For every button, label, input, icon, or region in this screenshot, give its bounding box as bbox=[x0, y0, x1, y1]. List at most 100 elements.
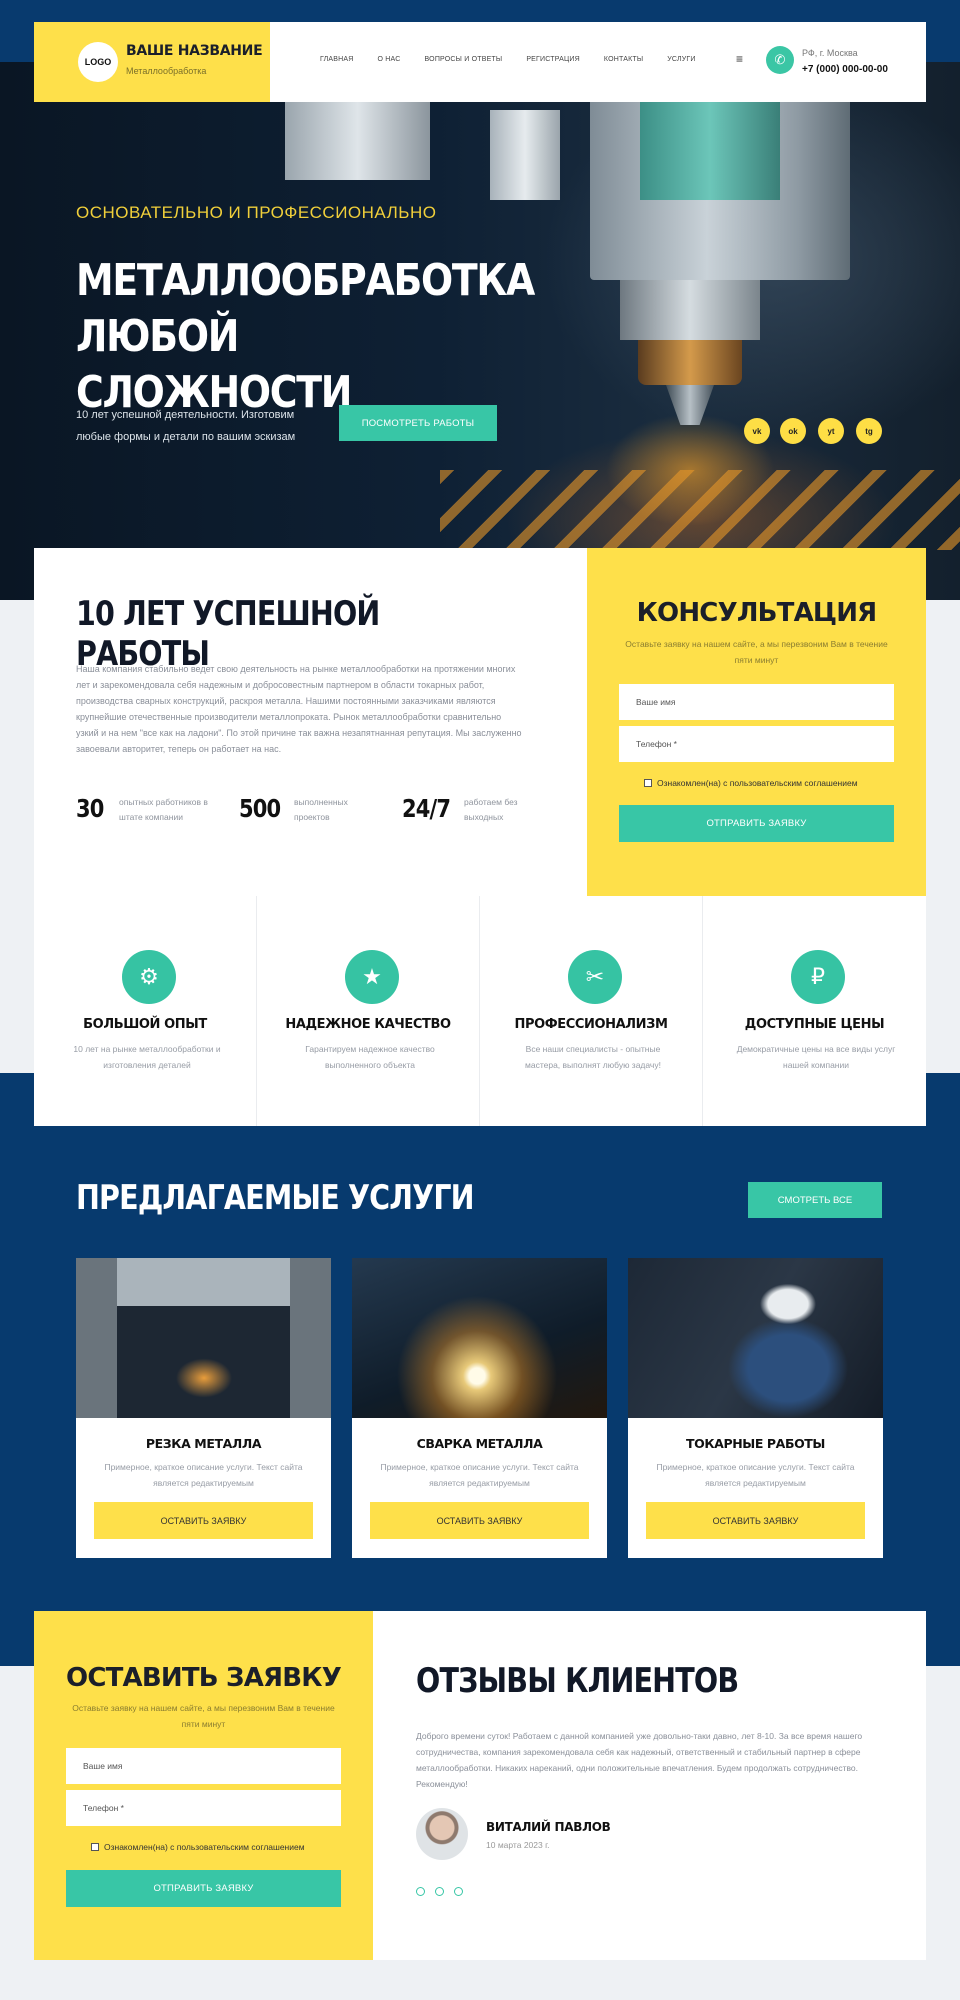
service-text: Примерное, краткое описание услуги. Текс… bbox=[656, 1462, 855, 1488]
submit-button[interactable]: ОТПРАВИТЬ ЗАЯВКУ bbox=[619, 805, 894, 842]
about-section: 10 ЛЕТ УСПЕШНОЙ РАБОТЫ Наша компания ста… bbox=[34, 548, 587, 896]
slider-dot[interactable] bbox=[416, 1887, 425, 1896]
consult-subtitle: Оставьте заявку на нашем сайте, а мы пер… bbox=[625, 639, 888, 665]
feature-text: 10 лет на рынке металлообработки и изгот… bbox=[73, 1044, 221, 1070]
service-title: РЕЗКА МЕТАЛЛА bbox=[145, 1436, 262, 1451]
feature-title: БОЛЬШОЙ ОПЫТ bbox=[83, 1017, 207, 1032]
agreement-checkbox[interactable] bbox=[644, 779, 652, 787]
hero-title: МЕТАЛЛООБРАБОТКА ЛЮБОЙ СЛОЖНОСТИ bbox=[76, 253, 535, 421]
menu-icon[interactable]: ≡ bbox=[736, 52, 743, 66]
service-text: Примерное, краткое описание услуги. Текс… bbox=[104, 1462, 303, 1488]
about-text: Наша компания стабильно ведет свою деяте… bbox=[76, 664, 522, 754]
city-label: РФ, г. Москва bbox=[802, 48, 858, 58]
service-card: СВАРКА МЕТАЛЛА Примерное, краткое описан… bbox=[352, 1258, 607, 1558]
agreement-checkbox[interactable] bbox=[91, 1843, 99, 1851]
request-button[interactable]: ОСТАВИТЬ ЗАЯВКУ bbox=[370, 1502, 589, 1539]
phone-input[interactable]: Телефон * bbox=[66, 1790, 341, 1826]
stat-value: 30 bbox=[76, 794, 104, 823]
machine-part bbox=[638, 340, 742, 385]
agreement-checkbox-row[interactable]: Ознакомлен(на) с пользовательским соглаш… bbox=[644, 778, 858, 788]
nav-item-about[interactable]: О нас bbox=[378, 56, 401, 63]
tools-icon: ✂ bbox=[568, 950, 622, 1004]
machine-part bbox=[285, 100, 430, 180]
name-input[interactable]: Ваше имя bbox=[619, 684, 894, 720]
agreement-label: Ознакомлен(на) с пользовательским соглаш… bbox=[657, 778, 858, 788]
order-subtitle: Оставьте заявку на нашем сайте, а мы пер… bbox=[72, 1703, 335, 1729]
machine-part bbox=[620, 280, 760, 340]
hero-title-line: МЕТАЛЛООБРАБОТКА bbox=[76, 255, 535, 306]
brand-name: ВАШЕ НАЗВАНИЕ bbox=[126, 43, 263, 59]
service-card: ТОКАРНЫЕ РАБОТЫ Примерное, краткое описа… bbox=[628, 1258, 883, 1558]
reviewer-name: ВИТАЛИЙ ПАВЛОВ bbox=[486, 1820, 611, 1834]
avatar bbox=[416, 1808, 468, 1860]
request-button[interactable]: ОСТАВИТЬ ЗАЯВКУ bbox=[646, 1502, 865, 1539]
nav-item-register[interactable]: Регистрация bbox=[526, 56, 580, 63]
ruble-coins-icon: ₽ bbox=[791, 950, 845, 1004]
stat-label: опытных работников в штате компании bbox=[119, 797, 208, 822]
site-header: LOGO ВАШЕ НАЗВАНИЕ Металлообработка Глав… bbox=[34, 22, 926, 102]
view-works-button[interactable]: ПОСМОТРЕТЬ РАБОТЫ bbox=[339, 405, 497, 441]
feature-card: ⚙ БОЛЬШОЙ ОПЫТ 10 лет на рынке металлооб… bbox=[34, 896, 257, 1126]
service-title: СВАРКА МЕТАЛЛА bbox=[416, 1436, 543, 1451]
services-title: ПРЕДЛАГАЕМЫЕ УСЛУГИ bbox=[76, 1178, 475, 1218]
logo[interactable]: LOGO bbox=[78, 42, 118, 82]
feature-text: Демократичные цены на все виды услуг наш… bbox=[736, 1044, 896, 1070]
agreement-label: Ознакомлен(на) с пользовательским соглаш… bbox=[104, 1842, 305, 1852]
feature-card: ✂ ПРОФЕССИОНАЛИЗМ Все наши специалисты -… bbox=[480, 896, 703, 1126]
feature-text: Гарантируем надежное качество выполненно… bbox=[305, 1044, 435, 1070]
sparks-grid bbox=[440, 470, 960, 550]
consult-form: КОНСУЛЬТАЦИЯ Оставьте заявку на нашем са… bbox=[587, 548, 926, 896]
nav-item-home[interactable]: Главная bbox=[320, 56, 354, 63]
telegram-icon[interactable]: tg bbox=[856, 418, 882, 444]
nav-item-contacts[interactable]: Контакты bbox=[604, 56, 643, 63]
main-nav: Главная О нас Вопросы и ответы Регистрац… bbox=[320, 56, 720, 63]
review-date: 10 марта 2023 г. bbox=[486, 1840, 550, 1850]
review-text: Доброго времени суток! Работаем с данной… bbox=[416, 1731, 863, 1789]
name-input[interactable]: Ваше имя bbox=[66, 1748, 341, 1784]
service-card: РЕЗКА МЕТАЛЛА Примерное, краткое описани… bbox=[76, 1258, 331, 1558]
slider-dot[interactable] bbox=[454, 1887, 463, 1896]
vk-icon[interactable]: vk bbox=[744, 418, 770, 444]
phone-icon[interactable]: ✆ bbox=[766, 46, 794, 74]
reviews-section: ОТЗЫВЫ КЛИЕНТОВ Доброго времени суток! Р… bbox=[373, 1611, 926, 1960]
feature-text: Все наши специалисты - опытные мастера, … bbox=[525, 1044, 661, 1070]
service-title: ТОКАРНЫЕ РАБОТЫ bbox=[686, 1436, 825, 1451]
nav-item-faq[interactable]: Вопросы и ответы bbox=[425, 56, 503, 63]
feature-card: ★ НАДЕЖНОЕ КАЧЕСТВО Гарантируем надежное… bbox=[257, 896, 480, 1126]
agreement-checkbox-row[interactable]: Ознакомлен(на) с пользовательским соглаш… bbox=[91, 1842, 305, 1852]
brand-subtitle: Металлообработка bbox=[126, 66, 207, 76]
submit-button[interactable]: ОТПРАВИТЬ ЗАЯВКУ bbox=[66, 1870, 341, 1907]
consult-title: КОНСУЛЬТАЦИЯ bbox=[636, 598, 878, 628]
youtube-icon[interactable]: yt bbox=[818, 418, 844, 444]
machine-part bbox=[490, 110, 560, 200]
service-image bbox=[76, 1258, 331, 1418]
nav-item-services[interactable]: Услуги bbox=[667, 56, 695, 63]
service-text: Примерное, краткое описание услуги. Текс… bbox=[380, 1462, 579, 1488]
hero-description: 10 лет успешной деятельности. Изготовим … bbox=[76, 409, 296, 443]
stat-value: 500 bbox=[239, 794, 281, 823]
service-image bbox=[628, 1258, 883, 1418]
stat-value: 24/7 bbox=[402, 794, 451, 823]
feature-card: ₽ ДОСТУПНЫЕ ЦЕНЫ Демократичные цены на в… bbox=[703, 896, 926, 1126]
reviews-title: ОТЗЫВЫ КЛИЕНТОВ bbox=[416, 1661, 739, 1701]
slider-dot[interactable] bbox=[435, 1887, 444, 1896]
hero-kicker: ОСНОВАТЕЛЬНО И ПРОФЕССИОНАЛЬНО bbox=[76, 203, 437, 222]
feature-title: ПРОФЕССИОНАЛИЗМ bbox=[514, 1017, 668, 1032]
stat-label: выполненных проектов bbox=[294, 797, 348, 822]
ok-icon[interactable]: ok bbox=[780, 418, 806, 444]
worker-helmet-icon: ⚙ bbox=[122, 950, 176, 1004]
features-row: ⚙ БОЛЬШОЙ ОПЫТ 10 лет на рынке металлооб… bbox=[34, 896, 926, 1126]
request-button[interactable]: ОСТАВИТЬ ЗАЯВКУ bbox=[94, 1502, 313, 1539]
view-all-button[interactable]: СМОТРЕТЬ ВСЕ bbox=[748, 1182, 882, 1218]
laser-nozzle bbox=[666, 385, 714, 425]
stat-label: работаем без выходных bbox=[464, 797, 518, 822]
feature-title: НАДЕЖНОЕ КАЧЕСТВО bbox=[285, 1017, 451, 1032]
phone-number[interactable]: +7 (000) 000-00-00 bbox=[802, 64, 888, 75]
award-medal-icon: ★ bbox=[345, 950, 399, 1004]
order-title: ОСТАВИТЬ ЗАЯВКУ bbox=[66, 1663, 342, 1693]
service-image bbox=[352, 1258, 607, 1418]
phone-input[interactable]: Телефон * bbox=[619, 726, 894, 762]
feature-title: ДОСТУПНЫЕ ЦЕНЫ bbox=[744, 1017, 885, 1032]
brand-block[interactable]: LOGO ВАШЕ НАЗВАНИЕ Металлообработка bbox=[34, 22, 270, 102]
order-form: ОСТАВИТЬ ЗАЯВКУ Оставьте заявку на нашем… bbox=[34, 1611, 373, 1960]
